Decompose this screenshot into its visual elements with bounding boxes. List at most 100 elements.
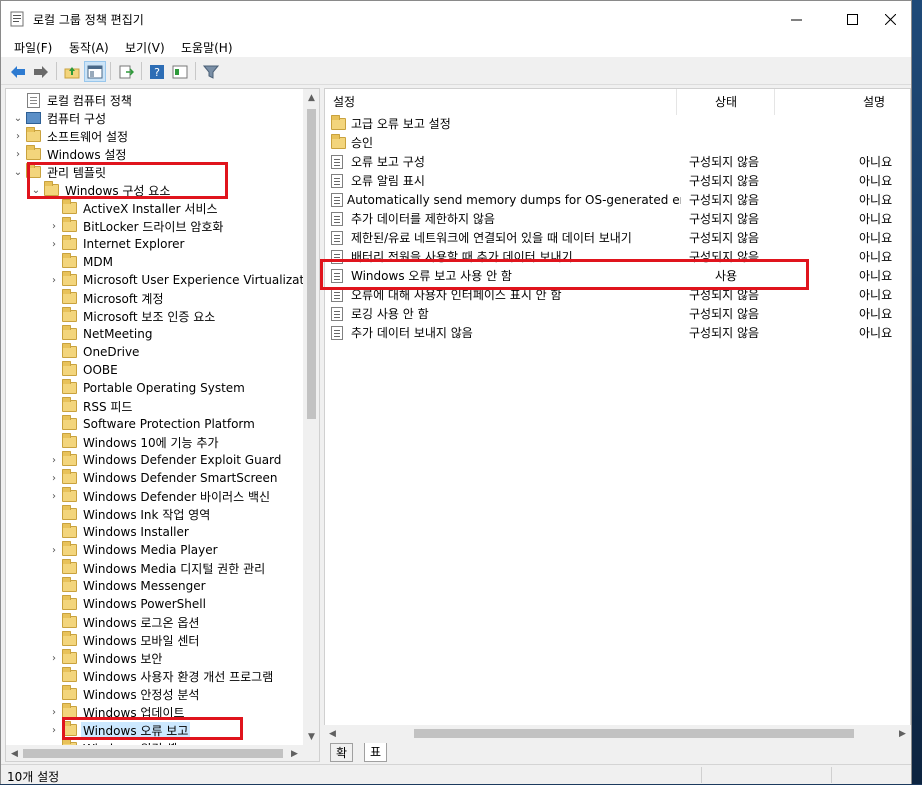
export-list-button[interactable] <box>115 61 137 82</box>
tree-item[interactable]: › Windows 설정 <box>12 145 128 163</box>
export-icon <box>119 65 134 78</box>
scroll-up-icon[interactable]: ▲ <box>303 89 319 106</box>
list-item[interactable]: 고급 오류 보고 설정 <box>325 114 910 133</box>
tree-item[interactable]: › Windows Media Player <box>48 541 220 559</box>
scroll-thumb[interactable] <box>414 729 854 738</box>
scroll-down-icon[interactable]: ▼ <box>303 728 319 745</box>
column-header-state[interactable]: 상태 <box>677 89 775 115</box>
tree-item[interactable]: › Windows Defender 바이러스 백신 <box>48 487 272 505</box>
tree-item-label: Windows Media 디지털 권한 관리 <box>83 561 266 576</box>
tree-item[interactable]: OneDrive <box>48 343 141 361</box>
column-header-comment[interactable]: 설명 <box>775 89 910 115</box>
tree-item[interactable]: Windows 사용자 환경 개선 프로그램 <box>48 667 275 685</box>
tree-item[interactable]: OOBE <box>48 361 120 379</box>
column-header-setting[interactable]: 설정 <box>325 89 677 115</box>
scroll-left-icon[interactable]: ◀ <box>6 745 23 761</box>
scroll-right-icon[interactable]: ▶ <box>286 745 303 761</box>
expand-arrow-icon[interactable]: › <box>48 455 60 466</box>
setting-state: 구성되지 않음 <box>689 326 760 340</box>
list-item[interactable]: 오류 보고 구성 구성되지 않음 아니요 <box>325 152 910 171</box>
collapse-arrow-icon[interactable]: ⌄ <box>12 167 24 178</box>
tree-item[interactable]: RSS 피드 <box>48 397 134 415</box>
scroll-thumb[interactable] <box>307 109 316 419</box>
setting-state: 구성되지 않음 <box>689 212 760 226</box>
menu-action[interactable]: 동작(A) <box>69 39 109 56</box>
tree-item-label: Windows Defender Exploit Guard <box>83 453 282 467</box>
tree-item-label: 컴퓨터 구성 <box>47 111 107 126</box>
tree-vertical-scrollbar[interactable]: ▲ ▼ <box>303 89 319 745</box>
list-item[interactable]: 추가 데이터를 제한하지 않음 구성되지 않음 아니요 <box>325 209 910 228</box>
up-folder-icon <box>64 66 80 78</box>
scroll-left-icon[interactable]: ◀ <box>324 725 341 742</box>
setting-comment: 아니요 <box>859 174 893 188</box>
tree-item[interactable]: NetMeeting <box>48 325 154 343</box>
tree-item-label: Windows 10에 기능 추가 <box>83 435 219 450</box>
tree-item[interactable]: 로컬 컴퓨터 정책 <box>12 91 134 109</box>
tree-item[interactable]: Windows 모바일 센터 <box>48 631 201 649</box>
help-button[interactable]: ? <box>146 61 168 82</box>
folder-icon <box>61 469 77 484</box>
close-button[interactable] <box>867 1 913 37</box>
tree-item[interactable]: › Internet Explorer <box>48 235 186 253</box>
tree-item[interactable]: Windows Messenger <box>48 577 208 595</box>
minimize-button[interactable] <box>773 1 819 37</box>
expand-arrow-icon[interactable]: › <box>48 473 60 484</box>
properties-icon <box>172 65 188 78</box>
expand-arrow-icon[interactable]: › <box>12 149 24 160</box>
list-item[interactable]: 로깅 사용 안 함 구성되지 않음 아니요 <box>325 304 910 323</box>
expand-arrow-icon[interactable]: › <box>48 725 60 736</box>
tree-item[interactable]: Portable Operating System <box>48 379 247 397</box>
expand-arrow-icon[interactable]: › <box>48 239 60 250</box>
expand-arrow-icon[interactable]: › <box>48 275 60 286</box>
filter-button[interactable] <box>200 61 222 82</box>
tree-item[interactable]: › Windows 보안 <box>48 649 164 667</box>
tree-item[interactable]: Microsoft 계정 <box>48 289 166 307</box>
setting-state: 구성되지 않음 <box>689 193 760 207</box>
back-button[interactable] <box>7 61 29 82</box>
expand-arrow-icon[interactable]: › <box>48 491 60 502</box>
tree-item[interactable]: Windows 안정성 분석 <box>48 685 201 703</box>
tree-item[interactable]: MDM <box>48 253 115 271</box>
collapse-arrow-icon[interactable]: ⌄ <box>12 113 24 124</box>
tree-item[interactable]: › Microsoft User Experience Virtualizat <box>48 271 306 289</box>
up-folder-button[interactable] <box>61 61 83 82</box>
tab-standard[interactable]: 표준 <box>364 743 388 777</box>
tree-item[interactable]: Windows 로그온 옵션 <box>48 613 201 631</box>
expand-arrow-icon[interactable]: › <box>48 653 60 664</box>
expand-arrow-icon[interactable]: › <box>12 131 24 142</box>
expand-arrow-icon[interactable]: › <box>48 221 60 232</box>
tree-item[interactable]: › BitLocker 드라이브 암호화 <box>48 217 225 235</box>
tree-item-label: Internet Explorer <box>83 237 185 251</box>
expand-arrow-icon[interactable]: › <box>48 545 60 556</box>
tree-item[interactable]: Microsoft 보조 인증 요소 <box>48 307 217 325</box>
tree-item[interactable]: › Windows Defender SmartScreen <box>48 469 280 487</box>
tree-horizontal-scrollbar[interactable]: ◀ ▶ <box>6 745 319 761</box>
tree-item[interactable]: Windows Installer <box>48 523 191 541</box>
list-horizontal-scrollbar[interactable]: ◀ ▶ <box>324 725 911 742</box>
tab-extended[interactable]: 확장 <box>330 743 354 778</box>
forward-button[interactable] <box>30 61 52 82</box>
list-item[interactable]: 제한된/유료 네트워크에 연결되어 있을 때 데이터 보내기 구성되지 않음 아니요 <box>325 228 910 247</box>
expand-arrow-icon[interactable]: › <box>48 707 60 718</box>
tree-item[interactable]: ActiveX Installer 서비스 <box>48 199 220 217</box>
menu-view[interactable]: 보기(V) <box>125 39 165 56</box>
list-item[interactable]: 오류 알림 표시 구성되지 않음 아니요 <box>325 171 910 190</box>
scroll-right-icon[interactable]: ▶ <box>894 725 911 742</box>
tree-item[interactable]: Windows Media 디지털 권한 관리 <box>48 559 267 577</box>
tree-item[interactable]: › 소프트웨어 설정 <box>12 127 130 145</box>
menu-help[interactable]: 도움말(H) <box>181 39 233 56</box>
list-item[interactable]: 추가 데이터 보내지 않음 구성되지 않음 아니요 <box>325 323 910 342</box>
tree-item[interactable]: Windows Ink 작업 영역 <box>48 505 212 523</box>
show-hide-tree-button[interactable] <box>84 61 106 82</box>
tree-item[interactable]: Software Protection Platform <box>48 415 257 433</box>
scroll-thumb[interactable] <box>23 749 283 758</box>
tree-item[interactable]: Windows PowerShell <box>48 595 208 613</box>
folder-icon <box>61 649 77 664</box>
list-item[interactable]: 승인 <box>325 133 910 152</box>
list-item[interactable]: Automatically send memory dumps for OS-g… <box>325 190 910 209</box>
tree-item[interactable]: ⌄ 컴퓨터 구성 <box>12 109 108 127</box>
tree-item[interactable]: Windows 10에 기능 추가 <box>48 433 220 451</box>
tree-item[interactable]: › Windows Defender Exploit Guard <box>48 451 283 469</box>
menu-file[interactable]: 파일(F) <box>14 39 52 56</box>
properties-button[interactable] <box>169 61 191 82</box>
